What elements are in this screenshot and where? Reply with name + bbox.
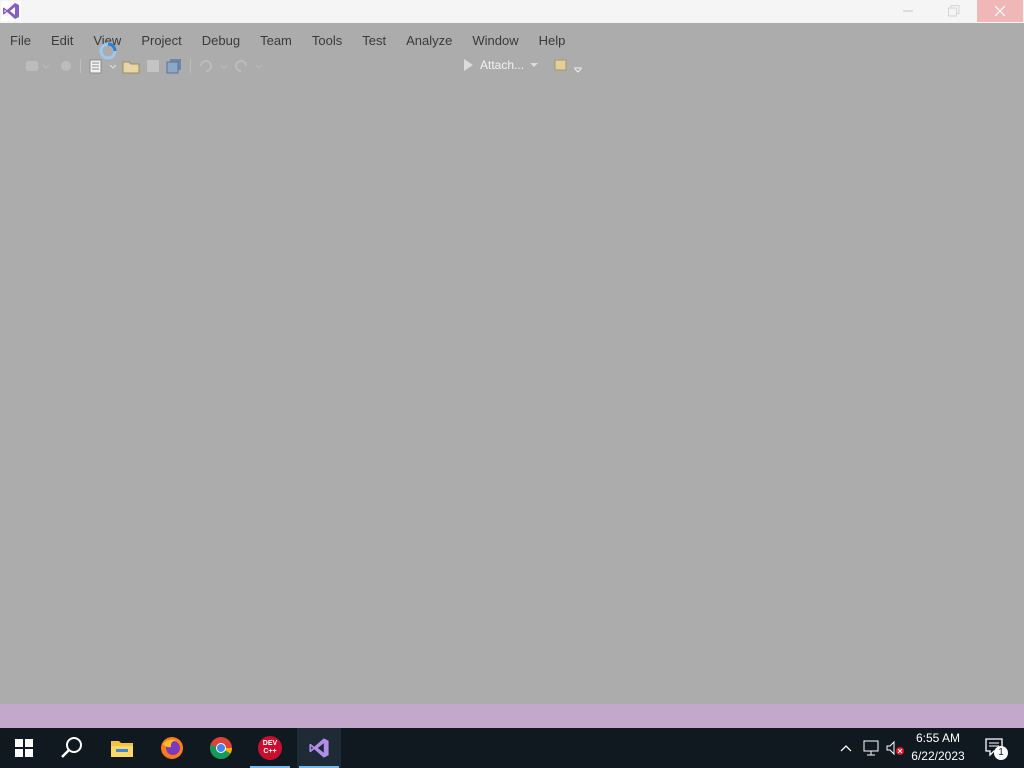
volume-muted-icon[interactable] [884,728,906,768]
menu-debug[interactable]: Debug [192,30,250,52]
menu-team[interactable]: Team [250,30,302,52]
menu-window[interactable]: Window [462,30,528,52]
new-project-icon[interactable] [88,57,118,75]
undo-icon[interactable] [197,57,231,75]
dev-cpp-label: DEV C++ [258,736,282,760]
chevron-down-icon [530,63,539,67]
taskbar: DEV C++ 6:55 AM 6/22/2023 1 [0,728,1024,768]
menu-bar: File Edit View Project Debug Team Tools … [0,30,575,52]
clock-date[interactable]: 6/22/2023 [906,749,970,763]
network-icon[interactable] [860,728,882,768]
navigate-back-icon[interactable] [24,57,50,75]
menu-analyze[interactable]: Analyze [396,30,462,52]
notification-count-badge: 1 [994,746,1008,760]
menu-tools[interactable]: Tools [302,30,352,52]
open-file-icon[interactable] [122,57,140,75]
maximize-button[interactable] [931,0,977,22]
notification-icon[interactable]: 1 [976,728,1016,768]
menu-project[interactable]: Project [131,30,191,52]
save-all-icon[interactable] [166,57,184,75]
redo-icon[interactable] [232,57,266,75]
menu-test[interactable]: Test [352,30,396,52]
toolbar-separator [190,59,191,73]
toolbar-overflow-icon[interactable] [552,57,586,75]
attach-label: Attach... [480,58,525,72]
dev-cpp-icon[interactable]: DEV C++ [248,728,292,768]
play-icon [464,59,473,71]
visual-studio-icon[interactable] [297,728,341,768]
minimize-button[interactable] [885,0,931,22]
menu-file[interactable]: File [0,30,41,52]
file-explorer-icon[interactable] [98,728,146,768]
start-icon[interactable] [0,728,48,768]
navigate-forward-icon[interactable] [58,57,74,75]
toolbar-separator [80,59,81,73]
chevron-up-icon[interactable] [836,728,856,768]
chrome-icon[interactable] [197,728,245,768]
visual-studio-logo-icon [1,1,21,21]
clock-time[interactable]: 6:55 AM [906,731,970,745]
close-button[interactable] [977,0,1023,22]
firefox-icon[interactable] [148,728,196,768]
attach-button[interactable]: Attach... [462,56,539,74]
save-icon[interactable] [145,57,161,75]
menu-edit[interactable]: Edit [41,30,83,52]
status-bar [0,704,1024,728]
menu-help[interactable]: Help [529,30,576,52]
title-bar [0,0,1024,23]
search-icon[interactable] [48,728,96,768]
